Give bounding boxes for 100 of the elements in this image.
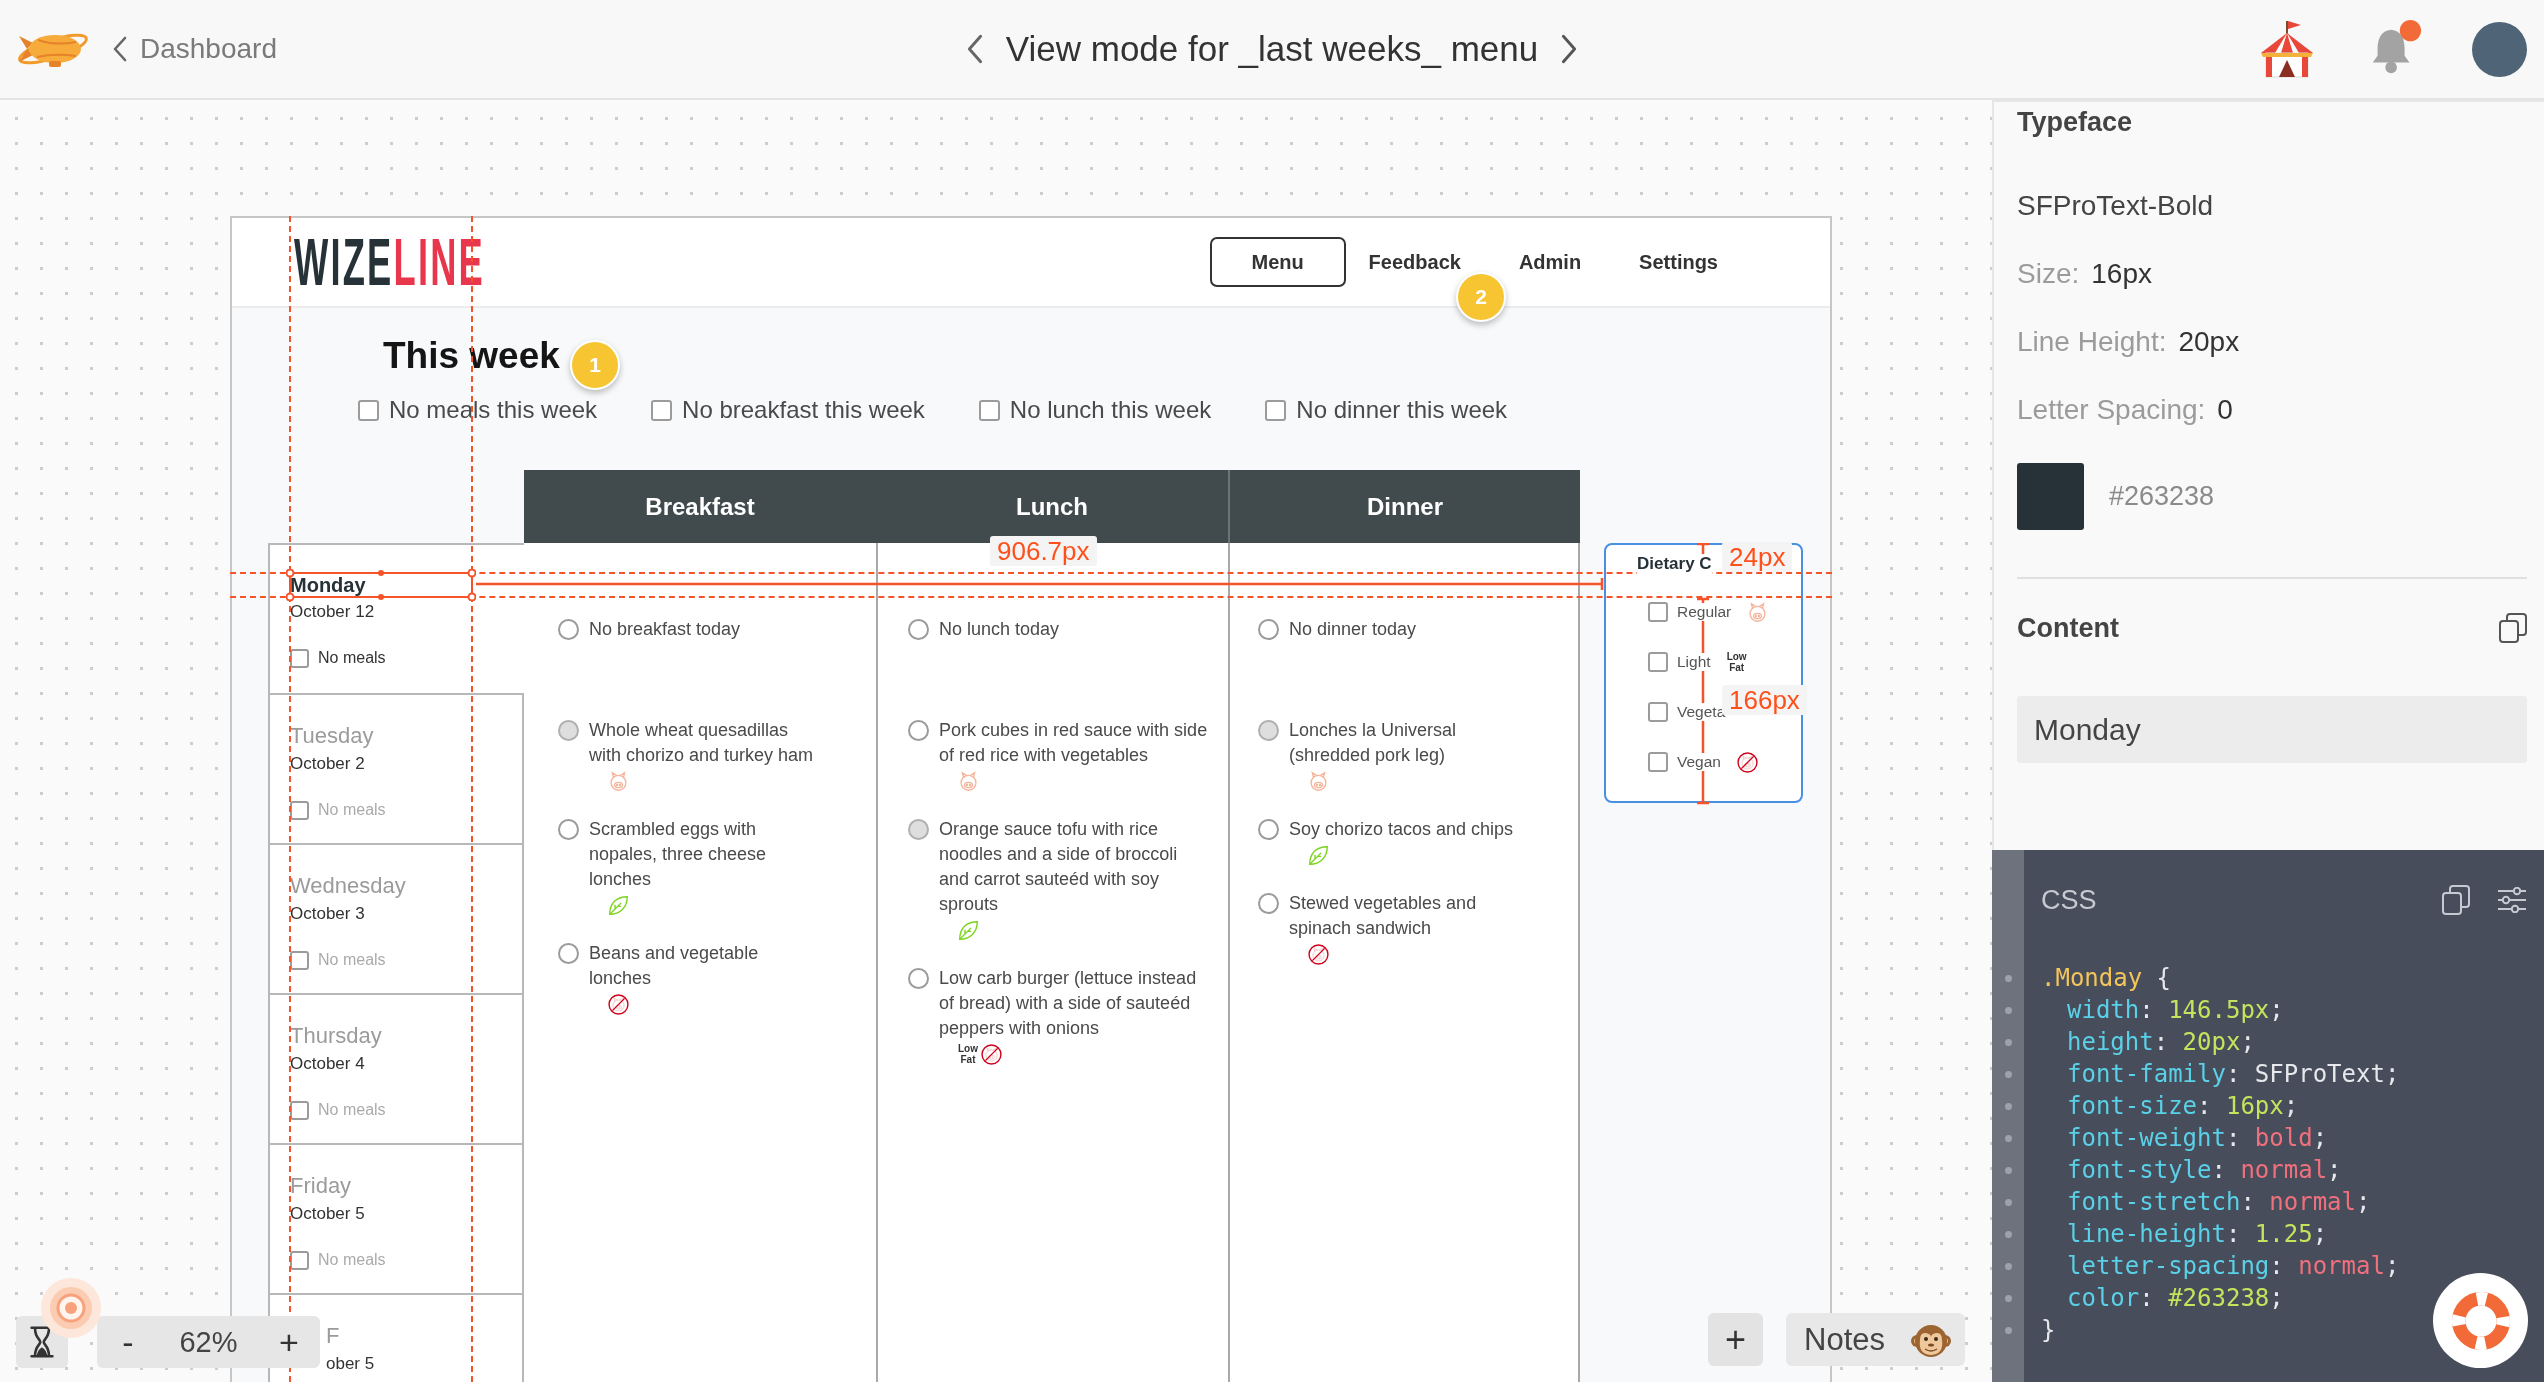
radio-button[interactable] <box>908 968 929 989</box>
checkbox[interactable] <box>1265 399 1287 421</box>
copy-icon[interactable] <box>2442 885 2470 915</box>
chevron-left-icon[interactable] <box>965 34 984 64</box>
meal-option-label: Soy chorizo tacos and chips <box>1289 818 1515 841</box>
code-line: font-size: 16px; <box>2066 1091 2299 1122</box>
copy-icon[interactable] <box>2499 613 2527 643</box>
checkbox[interactable] <box>358 399 379 421</box>
pig-icon <box>1747 601 1769 623</box>
line-marker-icon <box>2004 1230 2012 1238</box>
radio-button[interactable] <box>1258 893 1279 914</box>
low-fat-label: Low Fat <box>1726 651 1747 673</box>
circus-tent-icon[interactable] <box>2258 20 2316 78</box>
checkbox-label: No meals <box>318 649 386 667</box>
crossed-out-pig-icon <box>981 1043 1002 1065</box>
column-header: Lunch <box>1015 491 1089 522</box>
zoom-level: 62% <box>179 1325 238 1359</box>
radio-button[interactable] <box>908 619 929 640</box>
meal-option-label: Stewed vegetables and spinach sandwich <box>1289 892 1478 940</box>
zoom-in-button[interactable]: + <box>266 1319 312 1365</box>
day-date: October 12 <box>290 601 375 623</box>
meal-option-label: No lunch today <box>939 618 1061 641</box>
line-marker-icon <box>2004 1326 2012 1334</box>
day-name: F <box>326 1323 340 1349</box>
radio-button[interactable] <box>558 720 579 741</box>
meal-option-label: Beans and vegetable lonches <box>589 942 760 990</box>
chevron-right-icon[interactable] <box>1560 34 1579 64</box>
day-name: Friday <box>290 1173 352 1199</box>
line-marker-icon <box>2004 1006 2012 1014</box>
checkbox[interactable] <box>651 399 673 421</box>
color-code: #263238 <box>2109 481 2215 512</box>
day-date: October 5 <box>290 1203 365 1225</box>
day-name: Tuesday <box>290 723 374 749</box>
checkbox[interactable] <box>290 1100 309 1120</box>
day-name: Wednesday <box>290 873 406 899</box>
checkbox[interactable] <box>290 648 309 668</box>
back-link[interactable]: Dashboard <box>112 33 277 65</box>
code-line: font-family: SFProText; <box>2066 1059 2400 1090</box>
meal-option-label: No dinner today <box>1289 618 1418 641</box>
checkbox[interactable] <box>1648 752 1668 772</box>
code-line: font-stretch: normal; <box>2066 1187 2371 1218</box>
code-line: font-style: normal; <box>2066 1155 2342 1186</box>
checkbox[interactable] <box>1648 602 1668 622</box>
avatar[interactable] <box>2472 21 2527 77</box>
checkbox-label: No meals <box>318 951 386 969</box>
line-marker-icon <box>2004 1038 2012 1046</box>
line-marker-icon <box>2004 1166 2012 1174</box>
property-label: Letter Spacing: <box>2017 393 2206 427</box>
checkbox-label: No breakfast this week <box>682 396 925 424</box>
measurement-label: 24px <box>1722 542 1793 572</box>
nav-tab[interactable]: Menu <box>1209 237 1346 287</box>
section-heading: This week <box>383 334 560 378</box>
font-name: SFProText-Bold <box>2017 189 2214 223</box>
line-marker-icon <box>2004 1134 2012 1142</box>
checkbox[interactable] <box>290 950 309 970</box>
checkbox-label: No meals <box>318 1251 386 1269</box>
code-line: line-height: 1.25; <box>2066 1219 2328 1250</box>
sliders-icon[interactable] <box>2497 887 2527 913</box>
meal-option-label: Whole wheat quesadillas with chorizo and turkey ham <box>589 719 815 767</box>
low-fat-label: Low Fat <box>958 1043 978 1065</box>
line-marker-icon <box>2004 1262 2012 1270</box>
code-line: height: 20px; <box>2066 1027 2255 1058</box>
lifebuoy-icon <box>2451 1291 2510 1350</box>
checkbox-label: No meals <box>318 801 386 819</box>
checkbox[interactable] <box>290 800 309 820</box>
pulse-dot-icon <box>41 1278 101 1338</box>
checkbox[interactable] <box>1648 652 1668 672</box>
add-button[interactable]: + <box>1708 1313 1763 1366</box>
code-line: } <box>2041 1315 2056 1346</box>
checkbox[interactable] <box>290 1250 309 1270</box>
property-label: Size: <box>2017 257 2080 291</box>
crossed-out-pig-icon <box>608 993 629 1015</box>
page-title: View mode for _last weeks_ menu <box>1005 29 1539 69</box>
checkbox[interactable] <box>1648 702 1668 722</box>
radio-button[interactable] <box>1258 619 1279 640</box>
line-marker-icon <box>2004 1070 2012 1078</box>
checkbox[interactable] <box>978 399 1000 421</box>
zoom-out-button[interactable]: - <box>105 1319 151 1365</box>
meal-option-label: Pork cubes in red sauce with side of red rice with vegetables <box>939 719 1209 767</box>
radio-button[interactable] <box>908 819 929 840</box>
nav-tab[interactable]: Admin <box>1506 237 1594 287</box>
code-line: .Monday { <box>2041 963 2172 994</box>
radio-button[interactable] <box>558 943 579 964</box>
leaf-icon <box>608 894 629 916</box>
nav-tab[interactable]: Settings <box>1627 237 1730 287</box>
day-date: ober 5 <box>326 1353 375 1375</box>
property-value: 20px <box>2178 325 2240 359</box>
pig-icon <box>1308 770 1329 792</box>
checkbox-label: No lunch this week <box>1009 396 1212 424</box>
radio-button[interactable] <box>1258 720 1279 741</box>
day-name: Monday <box>290 573 366 597</box>
radio-button[interactable] <box>558 619 579 640</box>
notes-button[interactable]: Notes <box>1786 1313 1965 1366</box>
meal-option-label: Scrambled eggs with nopales, three cheese lonches <box>589 818 768 891</box>
section-heading: Content <box>2017 612 2119 645</box>
radio-button[interactable] <box>908 720 929 741</box>
radio-button[interactable] <box>1258 819 1279 840</box>
day-date: October 4 <box>290 1053 365 1075</box>
radio-button[interactable] <box>558 819 579 840</box>
monkey-icon <box>1911 1322 1951 1357</box>
